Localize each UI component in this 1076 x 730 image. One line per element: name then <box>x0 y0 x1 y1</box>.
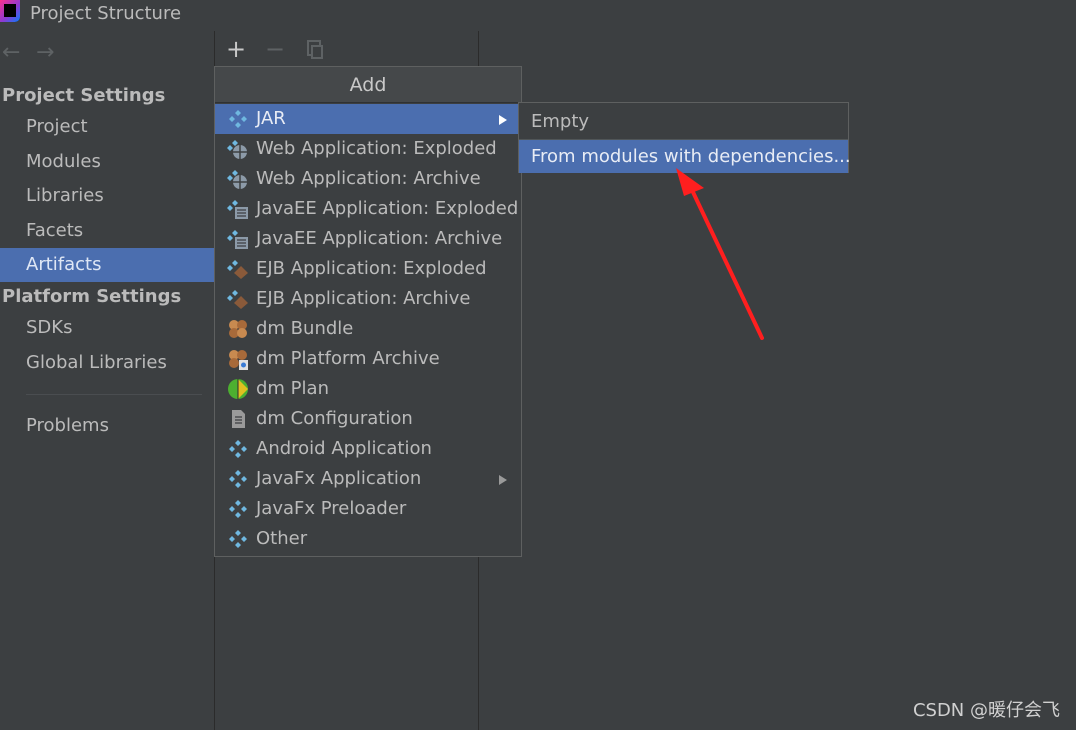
menu-item-label: JAR <box>256 108 286 129</box>
jar-icon <box>229 110 247 128</box>
copy-icon[interactable] <box>307 40 323 59</box>
menu-item-dm-platform-archive[interactable]: dm Platform Archive <box>215 344 521 374</box>
android-icon <box>229 440 247 458</box>
web-app-icon <box>227 140 247 159</box>
menu-item-label: JavaEE Application: Archive <box>256 228 503 249</box>
javaee-icon <box>227 200 248 219</box>
sidebar-item-libraries[interactable]: Libraries <box>0 179 214 213</box>
dm-bundle-icon <box>229 320 247 338</box>
add-button[interactable]: + <box>226 37 246 61</box>
dm-plan-icon <box>228 379 248 399</box>
menu-item-label: Web Application: Exploded <box>256 138 497 159</box>
javaee-icon <box>227 230 248 249</box>
sidebar-item-project[interactable]: Project <box>0 110 214 144</box>
menu-item-android-application[interactable]: Android Application <box>215 434 521 464</box>
menu-item-javafx-preloader[interactable]: JavaFx Preloader <box>215 494 521 524</box>
menu-item-label: dm Plan <box>256 378 329 399</box>
menu-item-label: dm Configuration <box>256 408 413 429</box>
menu-item-web-app-exploded[interactable]: Web Application: Exploded <box>215 134 521 164</box>
menu-item-ejb-archive[interactable]: EJB Application: Archive <box>215 284 521 314</box>
menu-item-label: EJB Application: Exploded <box>256 258 487 279</box>
remove-button[interactable]: − <box>265 37 285 61</box>
project-settings-header: Project Settings <box>2 85 166 106</box>
menu-item-label: JavaFx Application <box>256 468 422 489</box>
sidebar-item-global-libraries[interactable]: Global Libraries <box>0 346 214 380</box>
menu-item-label: Other <box>256 528 308 549</box>
menu-item-label: EJB Application: Archive <box>256 288 471 309</box>
menu-item-label: dm Bundle <box>256 318 354 339</box>
menu-item-label: JavaFx Preloader <box>256 498 407 519</box>
add-popup-menu: Add JAR Web Application: Exploded Web Ap… <box>214 66 522 557</box>
menu-item-label: dm Platform Archive <box>256 348 440 369</box>
forward-arrow-icon[interactable]: → <box>36 42 54 64</box>
sidebar-divider <box>26 394 202 395</box>
annotation-arrow-icon <box>676 168 764 340</box>
sidebar-item-facets[interactable]: Facets <box>0 214 214 248</box>
dm-platform-icon <box>229 350 248 370</box>
menu-item-dm-plan[interactable]: dm Plan <box>215 374 521 404</box>
sidebar-item-artifacts[interactable]: Artifacts <box>0 248 214 282</box>
submenu-item-empty[interactable]: Empty <box>519 105 848 138</box>
watermark: CSDN @暖仔会飞 <box>912 700 1060 721</box>
submenu-arrow-icon <box>499 115 507 125</box>
javafx-icon <box>229 500 247 518</box>
sidebar-item-problems[interactable]: Problems <box>0 409 214 443</box>
menu-item-dm-configuration[interactable]: dm Configuration <box>215 404 521 434</box>
ejb-icon <box>227 260 248 279</box>
menu-item-jar[interactable]: JAR <box>215 104 521 134</box>
menu-item-label: Android Application <box>256 438 432 459</box>
menu-item-other[interactable]: Other <box>215 524 521 554</box>
menu-item-javaee-archive[interactable]: JavaEE Application: Archive <box>215 224 521 254</box>
popup-title: Add <box>215 67 521 103</box>
menu-item-ejb-exploded[interactable]: EJB Application: Exploded <box>215 254 521 284</box>
other-icon <box>229 530 247 548</box>
sidebar-item-sdks[interactable]: SDKs <box>0 311 214 345</box>
submenu-arrow-icon <box>499 475 507 485</box>
javafx-icon <box>229 470 247 488</box>
menu-item-label: JavaEE Application: Exploded <box>256 198 519 219</box>
menu-item-dm-bundle[interactable]: dm Bundle <box>215 314 521 344</box>
menu-item-javafx-application[interactable]: JavaFx Application <box>215 464 521 494</box>
window-title: Project Structure <box>30 3 182 24</box>
menu-item-web-app-archive[interactable]: Web Application: Archive <box>215 164 521 194</box>
dm-config-icon <box>232 410 245 428</box>
menu-item-label: Web Application: Archive <box>256 168 481 189</box>
web-app-icon <box>227 170 247 189</box>
intellij-logo-icon <box>0 0 20 22</box>
sidebar: ← → Project Settings Project Modules Lib… <box>0 31 214 730</box>
back-arrow-icon[interactable]: ← <box>2 42 20 64</box>
title-bar: Project Structure <box>0 0 1076 30</box>
ejb-icon <box>227 290 248 309</box>
menu-item-javaee-exploded[interactable]: JavaEE Application: Exploded <box>215 194 521 224</box>
sidebar-item-modules[interactable]: Modules <box>0 145 214 179</box>
platform-settings-header: Platform Settings <box>2 286 182 307</box>
